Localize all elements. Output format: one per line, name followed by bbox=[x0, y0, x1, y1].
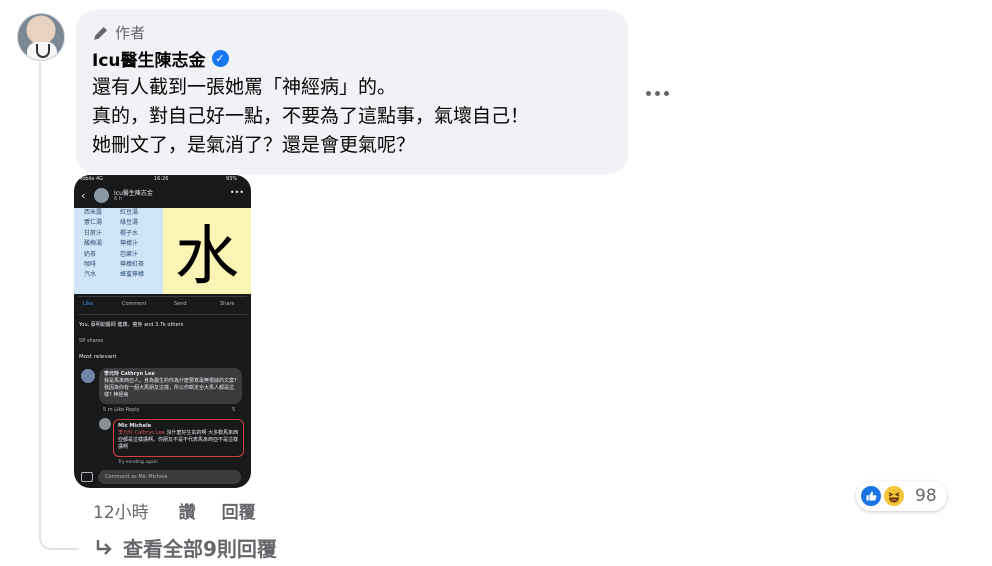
view-replies-label: 查看全部9則回覆 bbox=[123, 537, 277, 561]
reply-button[interactable]: 回覆 bbox=[222, 498, 256, 523]
comment-input: Comment as Mic Michele bbox=[98, 470, 241, 484]
retry-text: Try sending again bbox=[118, 460, 158, 465]
clock-text: 16:26 bbox=[154, 176, 169, 182]
like-action: Like bbox=[83, 301, 93, 307]
comment1-meta: 5 m Like Reply bbox=[103, 407, 140, 413]
comment1-avatar bbox=[81, 369, 95, 383]
drink-item: 紅豆湯 bbox=[120, 209, 139, 216]
drink-item: 椰子水 bbox=[120, 229, 139, 237]
like-icon bbox=[859, 484, 883, 508]
view-replies-link[interactable]: 查看全部9則回覆 bbox=[93, 533, 277, 562]
comment-line: 她刪文了，是氣消了？還是會更氣呢？ bbox=[92, 134, 416, 156]
comment-action: Comment bbox=[122, 301, 147, 307]
drink-item: 甘蔗汁 bbox=[84, 229, 103, 237]
thread-connector bbox=[39, 520, 79, 550]
comment-meta: 12小時 讚 回覆 bbox=[93, 498, 282, 523]
drink-item: 芭樂汁 bbox=[120, 250, 139, 258]
mini-avatar bbox=[94, 188, 109, 203]
pencil-icon bbox=[94, 26, 108, 40]
back-arrow-icon: ‹ bbox=[81, 189, 86, 202]
drink-item: 西米露 bbox=[84, 209, 103, 216]
drink-item: 綠豆湯 bbox=[120, 219, 139, 227]
like-button[interactable]: 讚 bbox=[179, 498, 196, 523]
comment-bubble: 作者 Icu醫生陳志金 ✓ 還有人截到一張她罵「神經病」的。 真的，對自己好一點… bbox=[76, 10, 628, 174]
post-image: 西米露 紅豆湯 薏仁湯 綠豆湯 甘蔗汁 椰子水 酸梅湯 檸檬汁 奶茶 芭樂汁 咖啡 檸檬紅茶… bbox=[74, 208, 251, 294]
battery-text: 93% bbox=[226, 176, 238, 182]
share-action: Share bbox=[220, 301, 235, 307]
comment1-bubble: 李元玲 Cathryn Lee 我是馬來西亞人。身為醫生的你為什麼要寫毫無根據的… bbox=[99, 368, 242, 404]
carrier-text: Mobile 4G bbox=[78, 176, 104, 182]
reactions-line: You, 蔡明劼醫師 健康。瘦身 and 3.7k others bbox=[79, 322, 184, 328]
water-character: 水 bbox=[163, 208, 251, 294]
comment2-bubble: Mic Michele 李元玲 Cathryn Lee 沒什麼好生氣的啊 大多數… bbox=[113, 419, 244, 457]
comment2-mention: 李元玲 Cathryn Lee bbox=[118, 430, 165, 436]
reply-arrow-icon bbox=[96, 539, 112, 555]
phone-status-bar: Mobile 4G 16:26 93% bbox=[74, 175, 251, 183]
drink-item: 奶茶 bbox=[84, 250, 97, 258]
comment-text: 還有人截到一張她罵「神經病」的。 真的，對自己好一點，不要為了這點事，氣壞自己！… bbox=[92, 73, 529, 160]
reactions-summary[interactable]: 98 bbox=[856, 481, 947, 511]
comment-line: 真的，對自己好一點，不要為了這點事，氣壞自己！ bbox=[92, 105, 530, 127]
send-action: Send bbox=[174, 301, 187, 307]
camera-icon bbox=[81, 472, 93, 482]
author-avatar[interactable] bbox=[17, 13, 65, 61]
comment1-text: 我是馬來西亞人。身為醫生的你為什麼要寫毫無根據的文案? 我因為你有一個大馬朋友這… bbox=[104, 378, 237, 398]
shares-count: 58 shares bbox=[79, 338, 104, 344]
drink-item: 汽水 bbox=[84, 271, 97, 279]
drink-list: 西米露 紅豆湯 薏仁湯 綠豆湯 甘蔗汁 椰子水 酸梅湯 檸檬汁 奶茶 芭樂汁 咖啡 檸檬紅茶… bbox=[84, 208, 164, 281]
drink-item: 薏仁湯 bbox=[84, 219, 103, 227]
post-actions: Like Comment Send Share bbox=[74, 299, 251, 311]
comment1-author: 李元玲 Cathryn Lee bbox=[104, 371, 155, 377]
comment-line: 還有人截到一張她罵「神經病」的。 bbox=[92, 76, 397, 98]
reactions-count: 98 bbox=[915, 486, 937, 506]
author-badge: 作者 bbox=[92, 22, 145, 43]
drink-item: 檸檬紅茶 bbox=[120, 261, 145, 269]
comment-time[interactable]: 12小時 bbox=[93, 498, 149, 523]
author-name[interactable]: Icu醫生陳志金 bbox=[92, 46, 206, 71]
more-options-button[interactable] bbox=[642, 80, 672, 106]
drink-item: 檸檬汁 bbox=[120, 240, 139, 248]
comment2-author: Mic Michele bbox=[118, 423, 152, 429]
author-badge-label: 作者 bbox=[115, 24, 146, 42]
drink-item: 咖啡 bbox=[84, 261, 97, 269]
sort-label: Most relevant bbox=[79, 354, 117, 360]
drink-item: 酸梅湯 bbox=[84, 240, 103, 248]
attached-screenshot[interactable]: Mobile 4G 16:26 93% ‹ Icu醫生陳志金 6 h ••• 西… bbox=[74, 175, 251, 488]
thread-line bbox=[39, 62, 41, 538]
comment-input-placeholder: Comment as Mic Michele bbox=[105, 474, 168, 480]
comment1-reacts: 5 bbox=[232, 407, 236, 413]
comment2-avatar bbox=[99, 418, 111, 430]
drink-item: 蜂蜜檸檬 bbox=[120, 271, 145, 279]
more-icon: ••• bbox=[229, 188, 244, 197]
post-time: 6 h bbox=[114, 196, 122, 202]
verified-badge-icon: ✓ bbox=[211, 50, 229, 67]
haha-icon bbox=[882, 484, 906, 508]
